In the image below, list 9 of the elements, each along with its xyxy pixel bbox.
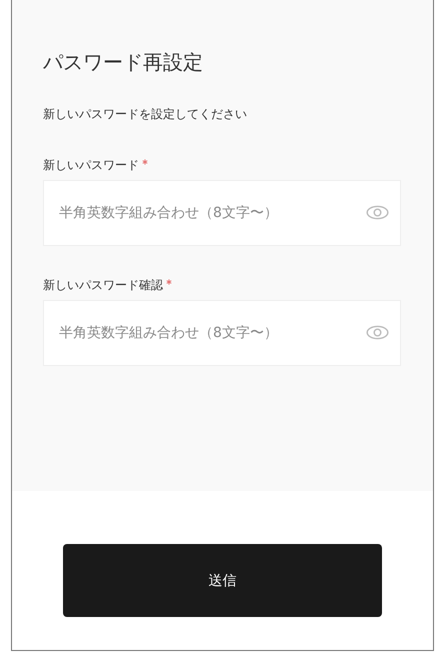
submit-button[interactable]: 送信 bbox=[63, 544, 382, 617]
field-label: 新しいパスワード確認 bbox=[43, 277, 163, 294]
eye-icon[interactable] bbox=[366, 205, 389, 220]
page-title: パスワード再設定 bbox=[43, 49, 204, 76]
instruction-text: 新しいパスワードを設定してください bbox=[43, 106, 248, 123]
field-label: 新しいパスワード bbox=[43, 157, 139, 174]
password-field[interactable]: 半角英数字組み合わせ（8文字〜） bbox=[43, 180, 401, 246]
password-field[interactable]: 半角英数字組み合わせ（8文字〜） bbox=[43, 300, 401, 366]
eye-icon[interactable] bbox=[366, 325, 389, 340]
